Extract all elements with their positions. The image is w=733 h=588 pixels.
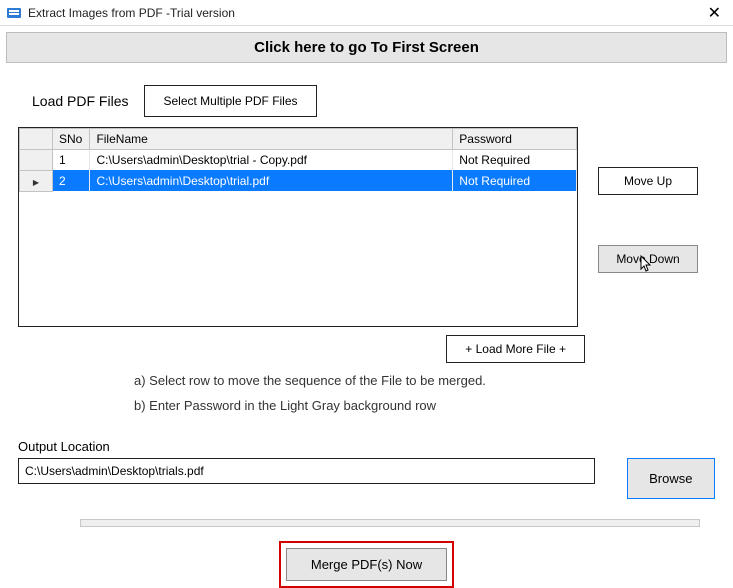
cell-pwd[interactable]: Not Required: [453, 170, 577, 191]
cell-fname[interactable]: C:\Users\admin\Desktop\trial.pdf: [90, 170, 453, 191]
output-location-label: Output Location: [18, 439, 715, 454]
hint-b: b) Enter Password in the Light Gray back…: [134, 398, 733, 413]
browse-button[interactable]: Browse: [627, 458, 715, 499]
cell-pwd[interactable]: Not Required: [453, 150, 577, 171]
table-row[interactable]: 2 C:\Users\admin\Desktop\trial.pdf Not R…: [20, 170, 577, 191]
output-location-input[interactable]: [18, 458, 595, 484]
table-row[interactable]: 1 C:\Users\admin\Desktop\trial - Copy.pd…: [20, 150, 577, 171]
cell-sno[interactable]: 2: [52, 170, 89, 191]
row-indicator: [20, 150, 53, 171]
move-down-button[interactable]: Move Down: [598, 245, 698, 273]
select-multiple-button[interactable]: Select Multiple PDF Files: [144, 85, 316, 117]
first-screen-banner[interactable]: Click here to go To First Screen: [6, 32, 727, 63]
grid-header-pwd[interactable]: Password: [453, 129, 577, 150]
grid-header-sno[interactable]: SNo: [52, 129, 89, 150]
grid-header-fname[interactable]: FileName: [90, 129, 453, 150]
merge-pdf-button[interactable]: Merge PDF(s) Now: [286, 548, 447, 581]
close-icon[interactable]: ✕: [702, 3, 727, 23]
row-indicator: [20, 170, 53, 191]
load-pdf-label: Load PDF Files: [32, 93, 128, 109]
grid-header-blank: [20, 129, 53, 150]
file-grid[interactable]: SNo FileName Password 1 C:\Users\admin\D…: [18, 127, 578, 327]
hint-a: a) Select row to move the sequence of th…: [134, 373, 733, 388]
titlebar: Extract Images from PDF -Trial version ✕: [0, 0, 733, 26]
cell-fname[interactable]: C:\Users\admin\Desktop\trial - Copy.pdf: [90, 150, 453, 171]
cell-sno[interactable]: 1: [52, 150, 89, 171]
instructions: a) Select row to move the sequence of th…: [0, 363, 733, 413]
load-more-button[interactable]: + Load More File +: [446, 335, 585, 363]
move-up-button[interactable]: Move Up: [598, 167, 698, 195]
app-icon: [6, 5, 22, 21]
window-title: Extract Images from PDF -Trial version: [28, 6, 702, 20]
merge-highlight: Merge PDF(s) Now: [279, 541, 454, 588]
progress-bar: [80, 519, 700, 527]
